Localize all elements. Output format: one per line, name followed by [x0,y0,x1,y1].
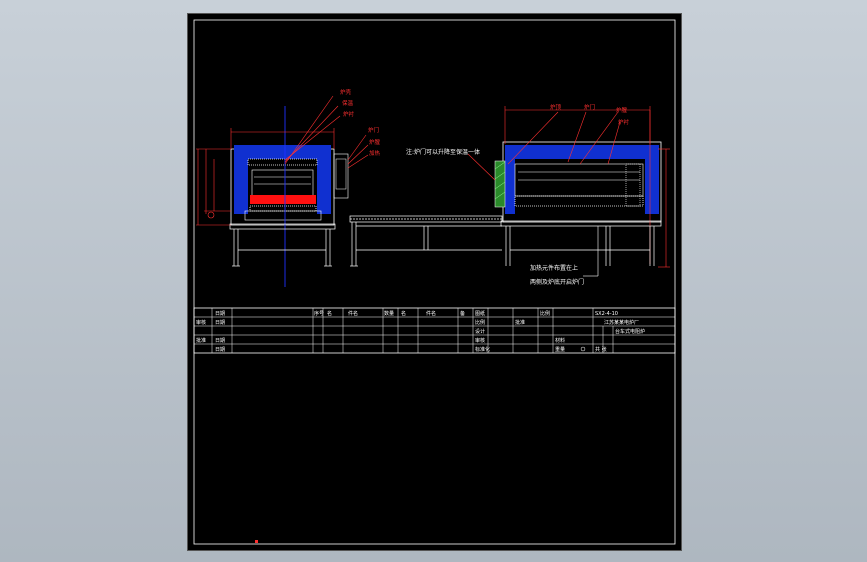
left-side-insulation-r [317,159,331,214]
tb-mid-2: 设计 [475,328,485,335]
right-label-2: 炉膛 [616,106,628,114]
projection-symbol [580,346,586,352]
left-lining [247,158,318,166]
tb-sub-2: 日期 [215,338,225,344]
tb-header-5: 件名 [426,310,436,317]
trolley-track [349,215,503,267]
tb-header-4: 名 [401,310,406,317]
right-right-insulation [645,159,659,214]
left-top-insulation [234,145,331,159]
tb-mid-4: 标准化 [475,346,490,353]
tb-weight: 重量 [555,346,565,353]
tb-sub-1: 日期 [215,320,225,326]
right-elevation-view: 炉顶 炉门 炉膛 炉衬 [494,103,670,268]
tb-row-label-0: 审核 [196,319,206,326]
left-label-2: 炉衬 [343,110,355,118]
origin-marker [255,540,258,543]
left-side-insulation-l [234,159,248,214]
tb-mid-5: 批准 [515,319,525,326]
tb-drawing-no: SX2-4-10 [595,311,618,317]
left-label-4: 炉膛 [369,138,381,146]
tb-material: 材料 [555,337,565,344]
tb-row-label-1: 批准 [196,337,206,344]
right-support-frame [500,220,662,266]
left-trolley [244,210,322,221]
tb-mid-1: 比例 [475,319,485,326]
tb-scale-label: 比例 [540,310,550,317]
tb-sub-3: 日期 [215,347,225,353]
tb-header-3: 数量 [384,310,394,317]
note-top: 注:炉门可以升降至保温一体 [406,148,480,156]
title-block: 审核 批准 日期 日期 日期 日期 序号 名 件名 数量 名 件名 备 图纸 比… [193,307,676,354]
left-section-view: 炉壳 保温 炉衬 炉门 炉膛 加热 [196,88,381,287]
tb-mid-0: 图纸 [475,310,485,317]
tb-header-2: 件名 [348,310,358,317]
left-label-5: 加热 [369,149,381,157]
tb-product-name: 台车式电阻炉 [615,328,645,335]
inner-frame [193,19,676,545]
right-label-1: 炉门 [584,103,595,111]
right-top-insulation [505,145,659,159]
left-label-1: 保温 [342,99,354,107]
right-trolley-bed [514,195,644,207]
tb-sheet: 共 张 [595,346,607,353]
right-label-0: 炉顶 [550,103,562,111]
tb-company: 江苏某某电炉厂 [604,319,639,326]
drawing-sheet: 炉壳 保温 炉衬 炉门 炉膛 加热 炉顶 炉门 炉膛 炉衬 注:炉门可以升降至保… [187,13,682,551]
tb-mid-3: 审核 [475,337,485,344]
tb-header-1: 名 [327,310,332,317]
note-bottom-1: 加热元件布置在上 [530,264,578,272]
left-label-0: 炉壳 [340,88,352,96]
left-label-3: 炉门 [368,126,379,134]
note-bottom-2: 两侧及炉底开启炉门 [530,278,584,286]
right-label-3: 炉衬 [618,118,630,126]
tb-sub-0: 日期 [215,311,225,317]
right-left-insulation [505,159,515,214]
left-support-frame [229,223,336,267]
tb-header-6: 备 [460,310,465,317]
left-heater-element [250,195,316,204]
cad-drawing: 炉壳 保温 炉衬 炉门 炉膛 加热 炉顶 炉门 炉膛 炉衬 注:炉门可以升降至保… [193,19,676,545]
tb-header-0: 序号 [314,310,324,317]
